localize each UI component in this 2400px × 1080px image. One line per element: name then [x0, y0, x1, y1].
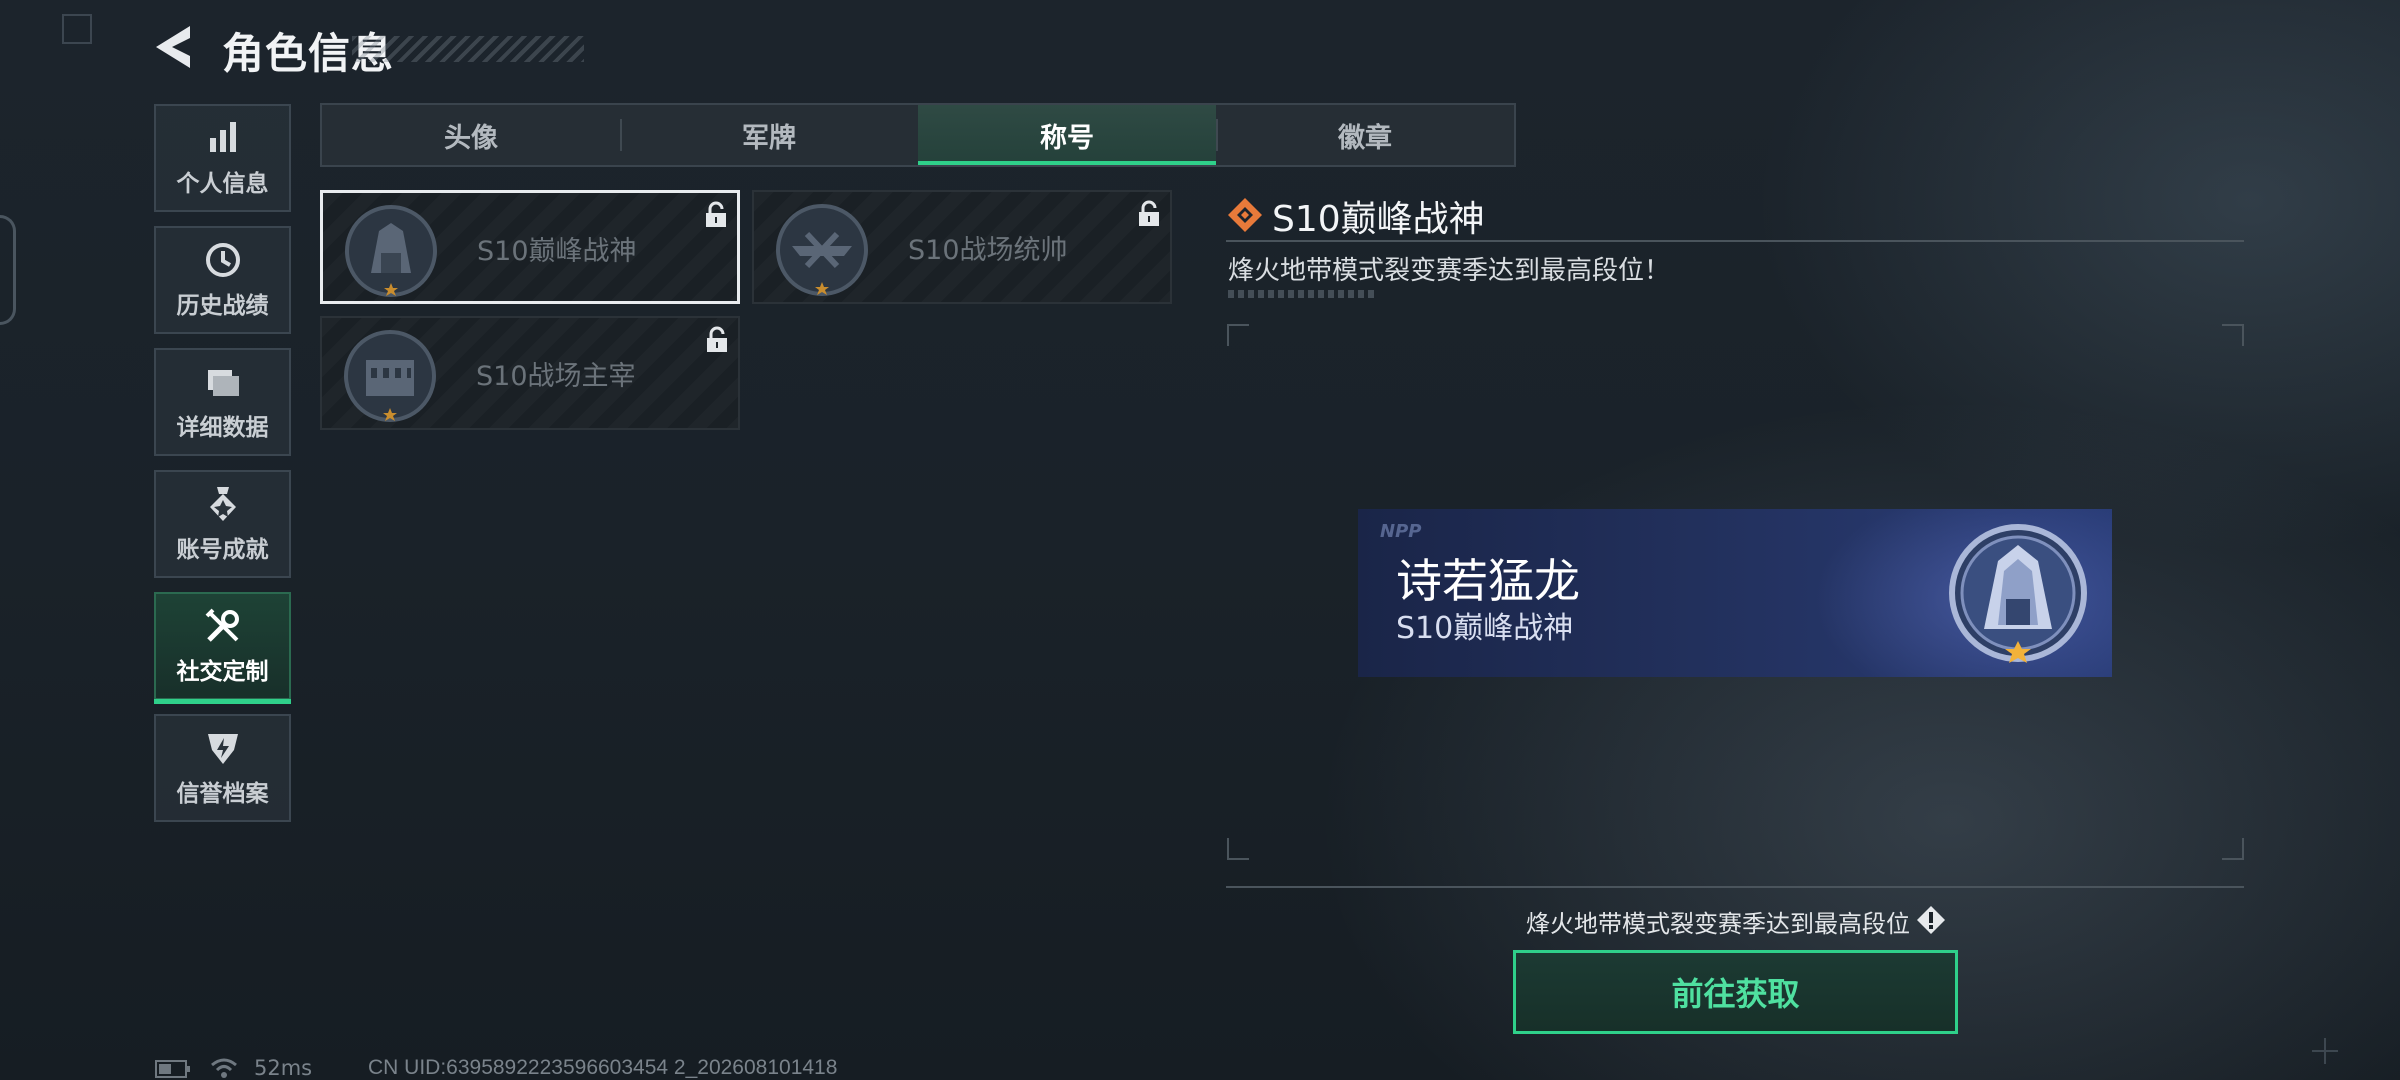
- info-alert-icon[interactable]: [1916, 905, 1946, 935]
- tab-title[interactable]: 称号: [918, 105, 1216, 165]
- go-obtain-button[interactable]: 前往获取: [1513, 950, 1958, 1034]
- emblem-icon: [776, 204, 868, 296]
- medal-icon: [209, 487, 236, 521]
- title-decoration: [352, 36, 584, 62]
- tab-badge[interactable]: 徽章: [1216, 105, 1514, 165]
- detail-title: S10巅峰战神: [1272, 199, 1485, 240]
- tab-military-tag[interactable]: 军牌: [620, 105, 918, 165]
- lock-icon: [707, 326, 727, 352]
- sidebar-item-label: 账号成就: [176, 537, 269, 563]
- sidebar-item-personal-info[interactable]: 个人信息: [154, 104, 291, 212]
- user-uid: CN UID:6395892223596603454 2_20260810141…: [368, 1056, 838, 1079]
- title-card-peak-god[interactable]: S10巅峰战神: [320, 190, 740, 304]
- title-card-dominator[interactable]: S10战场主宰: [320, 316, 740, 430]
- peak-god-emblem-icon: [1949, 524, 2087, 663]
- corner-square: [62, 14, 92, 44]
- title-name: S10巅峰战神: [477, 236, 637, 267]
- folder-icon: [207, 370, 239, 396]
- banner-title: S10巅峰战神: [1396, 611, 1574, 646]
- sidebar-item-credit-record[interactable]: 信誉档案: [154, 714, 291, 822]
- sidebar-item-detailed-data[interactable]: 详细数据: [154, 348, 291, 456]
- title-name: S10战场统帅: [908, 235, 1068, 266]
- title-preview-banner: NPP 诗若猛龙 S10巅峰战神: [1358, 509, 2112, 677]
- frame-corner: [2222, 324, 2244, 346]
- crosshair-icon: [2312, 1038, 2338, 1064]
- lock-icon: [1139, 200, 1159, 226]
- sidebar-item-achievements[interactable]: 账号成就: [154, 470, 291, 578]
- tab-avatar[interactable]: 头像: [322, 105, 620, 165]
- sidebar-item-label: 详细数据: [176, 415, 269, 441]
- clock-icon: [205, 243, 240, 277]
- ping-readout: 52ms: [254, 1056, 313, 1080]
- frame-corner: [2222, 838, 2244, 860]
- back-arrow-icon[interactable]: [150, 22, 196, 72]
- sidebar-item-label: 历史战绩: [176, 293, 269, 319]
- wifi-icon: [211, 1058, 237, 1078]
- faded-subtext: [1228, 290, 1376, 298]
- lock-icon: [706, 201, 726, 227]
- shield-icon: [207, 734, 238, 764]
- divider: [1226, 886, 2244, 888]
- tools-icon: [205, 608, 239, 642]
- bar-chart-icon: [209, 122, 236, 152]
- sidebar-item-social-custom[interactable]: 社交定制: [154, 592, 291, 704]
- banner-watermark: NPP: [1380, 521, 1422, 542]
- emblem-icon: [344, 330, 436, 422]
- unlock-condition: 烽火地带模式裂变赛季达到最高段位: [1526, 910, 1910, 938]
- frame-corner: [1227, 324, 1249, 346]
- emblem-icon: [345, 205, 437, 297]
- sidebar-item-label: 个人信息: [176, 171, 269, 197]
- sidebar-item-history[interactable]: 历史战绩: [154, 226, 291, 334]
- battery-icon: [155, 1060, 190, 1078]
- category-tabs: 头像 军牌 称号 徽章: [320, 103, 1516, 167]
- title-card-commander[interactable]: S10战场统帅: [752, 190, 1172, 304]
- divider: [1226, 240, 2244, 242]
- frame-corner: [1227, 838, 1249, 860]
- player-nickname: 诗若猛龙: [1396, 554, 1580, 608]
- side-handle[interactable]: [0, 215, 16, 325]
- sidebar-item-label: 信誉档案: [176, 781, 269, 807]
- sidebar-item-label: 社交定制: [176, 659, 269, 685]
- title-name: S10战场主宰: [476, 361, 636, 392]
- detail-description: 烽火地带模式裂变赛季达到最高段位！: [1228, 256, 1671, 286]
- diamond-icon: [1228, 198, 1262, 232]
